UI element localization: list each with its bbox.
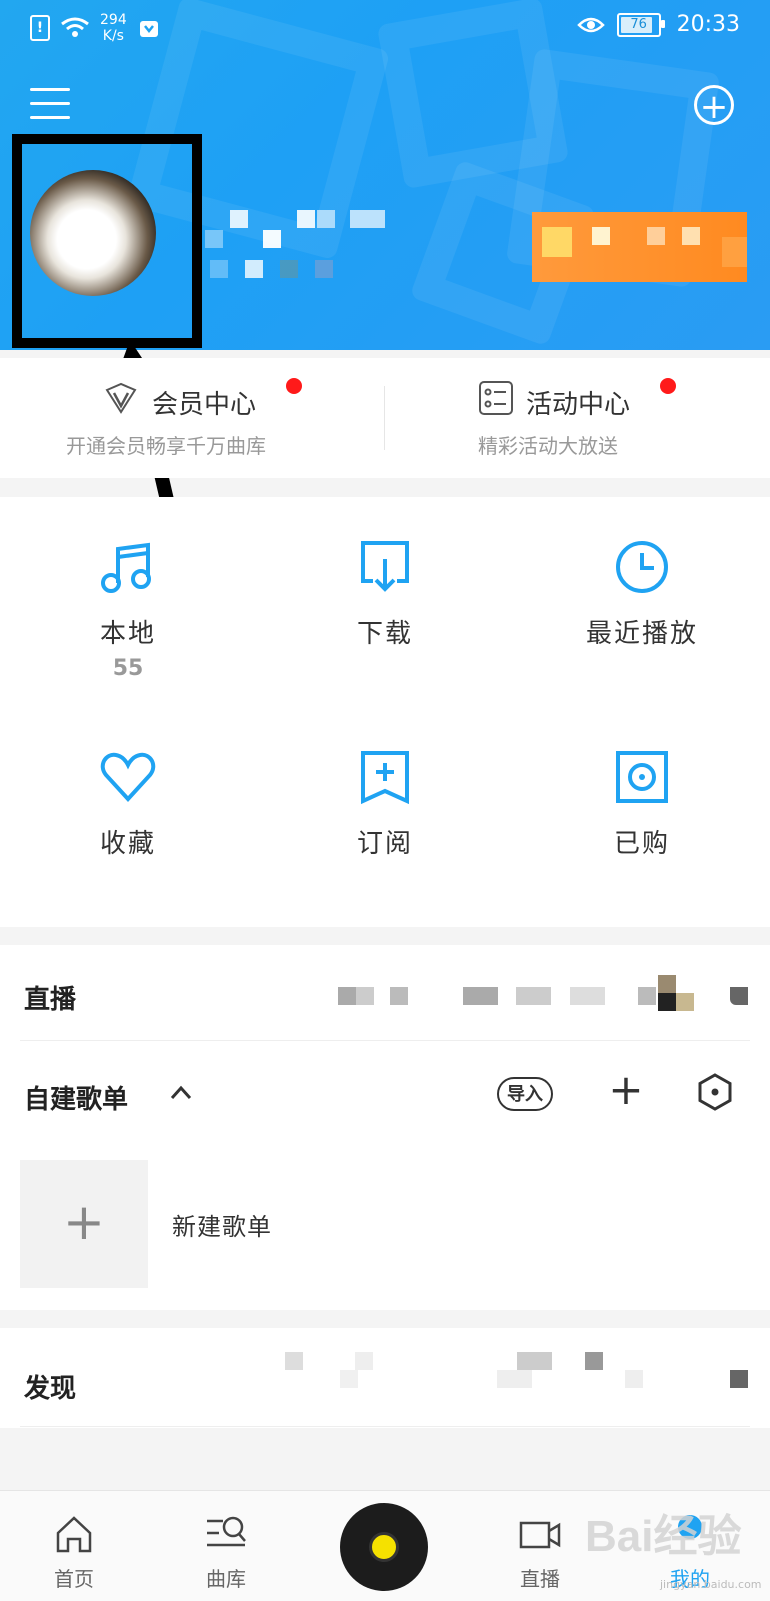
new-playlist-label[interactable]: 新建歌单 (172, 1207, 272, 1242)
activity-center-subtitle: 精彩活动大放送 (478, 434, 618, 458)
member-activity-row: 会员中心 开通会员畅享千万曲库 活动中心 精彩活动大放送 (0, 358, 770, 478)
home-icon (56, 1516, 92, 1553)
net-speed-unit: K/s (102, 28, 124, 44)
grid-favorites[interactable]: 收藏 (0, 707, 256, 907)
heart-icon (100, 752, 156, 802)
settings-hex-icon[interactable] (696, 1073, 734, 1111)
clock-icon (616, 541, 668, 593)
watermark: Bai经验 (585, 1512, 742, 1561)
nav-home[interactable]: 首页 (24, 1491, 124, 1601)
discover-preview-blurred[interactable] (285, 1352, 750, 1402)
music-note-icon (101, 542, 151, 593)
download-icon (361, 541, 409, 592)
menu-icon[interactable] (30, 88, 70, 122)
grid-recent[interactable]: 最近播放 (514, 497, 770, 697)
import-button[interactable]: 导入 (497, 1077, 553, 1111)
grid-label: 下载 (356, 619, 413, 649)
notification-dot (660, 378, 676, 394)
player-disc-button[interactable] (340, 1503, 428, 1591)
activity-center[interactable]: 活动中心 精彩活动大放送 (386, 358, 770, 478)
clock-time: 20:33 (676, 12, 740, 37)
live-title: 直播 (24, 985, 77, 1015)
nav-library[interactable]: 曲库 (176, 1491, 276, 1601)
library-search-icon (207, 1516, 246, 1547)
nav-live[interactable]: 直播 (490, 1491, 590, 1601)
eye-icon (576, 17, 605, 32)
new-playlist-button[interactable]: + (20, 1160, 148, 1288)
grid-label: 收藏 (99, 829, 156, 859)
username-blurred (205, 205, 405, 285)
net-speed-value: 294 (100, 12, 127, 28)
grid-subscribe[interactable]: 订阅 (257, 707, 513, 907)
playlists-title: 自建歌单 (24, 1085, 129, 1115)
battery-icon: 76 (616, 12, 665, 37)
nav-label: 首页 (54, 1567, 94, 1591)
video-camera-icon (519, 1521, 561, 1549)
grid-label: 本地 (99, 619, 156, 649)
chevron-up-icon[interactable] (170, 1082, 192, 1104)
nav-label: 曲库 (206, 1567, 246, 1591)
annotation-box (12, 134, 202, 348)
member-center-title: 会员中心 (152, 390, 257, 420)
member-center-subtitle: 开通会员畅享千万曲库 (66, 434, 266, 458)
grid-label: 订阅 (356, 829, 413, 859)
local-count: 55 (112, 656, 144, 681)
bookmark-plus-icon (361, 751, 409, 805)
member-center[interactable]: 会员中心 开通会员畅享千万曲库 (0, 358, 384, 478)
grid-download[interactable]: 下载 (257, 497, 513, 697)
discover-title: 发现 (24, 1374, 77, 1404)
add-playlist-icon[interactable]: + (606, 1069, 646, 1111)
battery-level: 76 (630, 17, 647, 32)
grid-local[interactable]: 本地 55 (0, 497, 256, 697)
grid-label: 最近播放 (585, 619, 698, 649)
alert-icon: ! (30, 15, 50, 41)
purchased-icon (616, 751, 668, 803)
grid-label: 已购 (613, 829, 670, 859)
notification-dot (286, 378, 302, 394)
discover-section: 发现 (0, 1328, 770, 1428)
status-bar: ! 294 K/s 76 20:33 (30, 12, 740, 52)
watermark-url: jingyan.baidu.com (660, 1578, 762, 1591)
vip-diamond-icon (105, 382, 137, 414)
wifi-icon (61, 17, 89, 37)
vip-badge-blurred[interactable] (532, 212, 747, 282)
quick-access-grid: 本地 55 下载 最近播放 收藏 订阅 已购 (0, 497, 770, 927)
add-icon[interactable]: + (694, 85, 734, 126)
activity-list-icon (479, 381, 513, 415)
live-preview-blurred[interactable] (338, 975, 748, 1020)
app-notification-icon (139, 21, 158, 37)
activity-center-title: 活动中心 (526, 390, 631, 420)
grid-purchased[interactable]: 已购 (514, 707, 770, 907)
nav-label: 直播 (520, 1567, 560, 1591)
